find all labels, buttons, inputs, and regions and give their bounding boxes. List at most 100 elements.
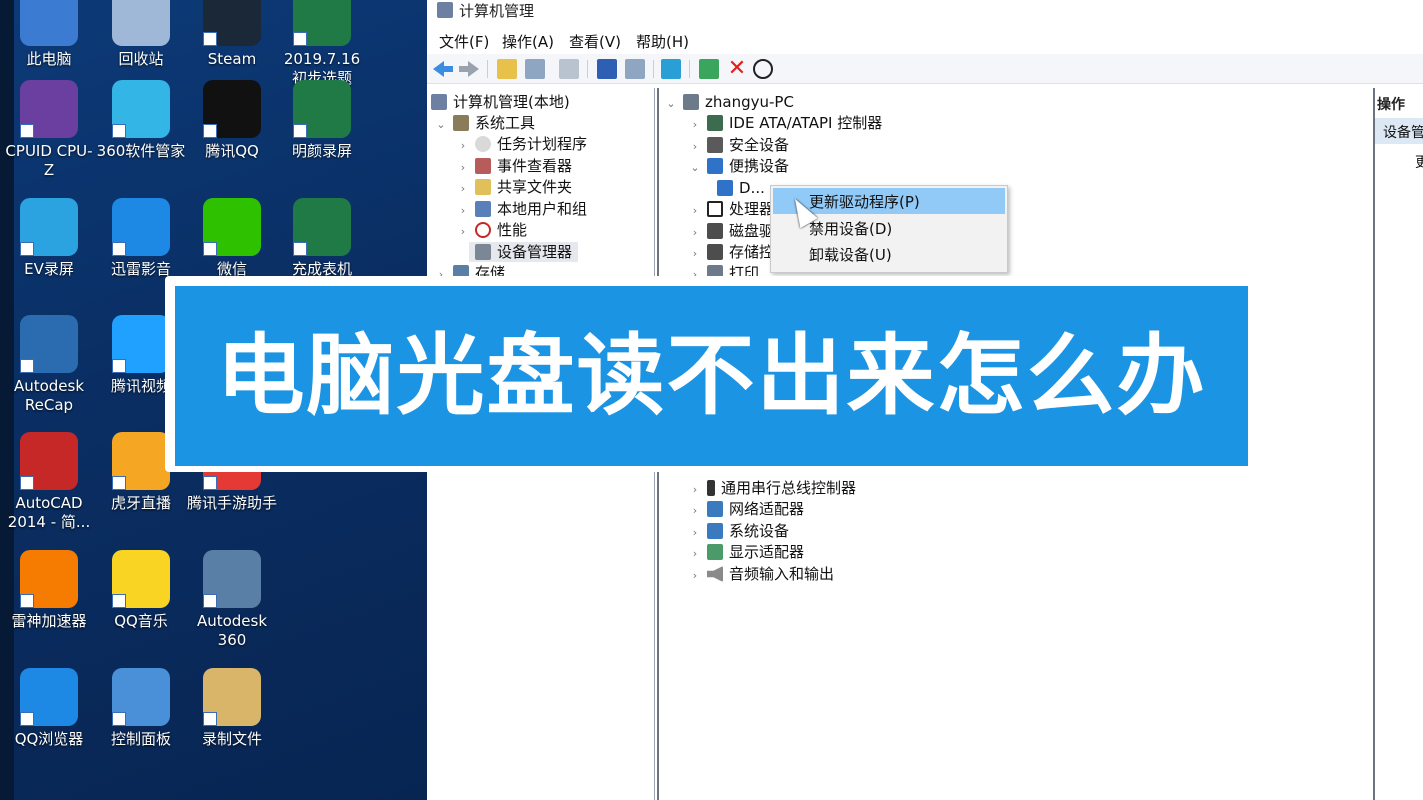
chevron-right-icon[interactable]: ›: [689, 523, 701, 543]
chevron-down-icon[interactable]: ⌄: [435, 115, 447, 135]
desktop-icon[interactable]: 360软件管家: [95, 80, 187, 161]
shortcut-arrow-icon: [112, 124, 126, 138]
chevron-right-icon[interactable]: ›: [689, 244, 701, 264]
desktop-icon[interactable]: CPUID CPU-Z: [3, 80, 95, 180]
app-icon: [20, 80, 78, 138]
clock-icon: [475, 136, 491, 152]
menu-view[interactable]: 查看(V): [569, 31, 621, 52]
actions-device-manager[interactable]: 设备管理器: [1375, 118, 1423, 144]
desktop-icon[interactable]: 2019.7.16 初步选题: [276, 0, 368, 88]
shortcut-arrow-icon: [20, 594, 34, 608]
forward-icon[interactable]: [459, 61, 479, 77]
desktop-icon[interactable]: Steam: [186, 0, 278, 69]
performance-icon: [475, 222, 491, 238]
chevron-right-icon[interactable]: ›: [457, 136, 469, 156]
device-portable[interactable]: ⌄ 便携设备: [689, 156, 789, 176]
menu-action[interactable]: 操作(A): [502, 31, 554, 52]
desktop-icon[interactable]: EV录屏: [3, 198, 95, 279]
chevron-down-icon[interactable]: ⌄: [665, 94, 677, 114]
chevron-right-icon[interactable]: ›: [689, 544, 701, 564]
uninstall-icon[interactable]: ✕: [727, 58, 747, 80]
device-display-adapters[interactable]: › 显示适配器: [689, 542, 804, 562]
app-icon: [20, 432, 78, 490]
desktop-icon-label: Steam: [207, 50, 257, 68]
tree-item-performance[interactable]: › 性能: [457, 220, 527, 240]
device-audio-io[interactable]: › 音频输入和输出: [689, 564, 834, 584]
update-driver-icon[interactable]: [699, 59, 719, 79]
users-icon: [475, 201, 491, 217]
desktop-icon[interactable]: QQ音乐: [95, 550, 187, 631]
chevron-right-icon[interactable]: ›: [689, 137, 701, 157]
app-icon: [112, 0, 170, 46]
chevron-right-icon[interactable]: ›: [689, 501, 701, 521]
chevron-right-icon[interactable]: ›: [689, 480, 701, 500]
desktop-icon[interactable]: 腾讯QQ: [186, 80, 278, 161]
toolbar-separator: [653, 60, 654, 78]
tree-item-task-scheduler[interactable]: › 任务计划程序: [457, 134, 587, 154]
chevron-down-icon[interactable]: ⌄: [689, 158, 701, 178]
tree-item-event-viewer[interactable]: › 事件查看器: [457, 156, 572, 176]
chevron-right-icon[interactable]: ›: [457, 179, 469, 199]
desktop-icon[interactable]: Autodesk 360: [186, 550, 278, 650]
chevron-right-icon[interactable]: ›: [689, 201, 701, 221]
tree-root[interactable]: 计算机管理(本地): [431, 92, 570, 112]
view-icon[interactable]: [625, 59, 645, 79]
desktop-icon[interactable]: 迅雷影音: [95, 198, 187, 279]
chevron-right-icon[interactable]: ›: [689, 223, 701, 243]
disable-icon[interactable]: [753, 59, 773, 79]
properties-icon[interactable]: [559, 59, 579, 79]
device-usb-controllers[interactable]: › 通用串行总线控制器: [689, 478, 856, 498]
desktop-icon[interactable]: 雷神加速器: [3, 550, 95, 631]
disk-drive-icon: [707, 223, 723, 239]
desktop-icon-label: 此电脑: [26, 50, 72, 68]
device-portable-child[interactable]: D...: [711, 178, 765, 198]
scan-hardware-icon[interactable]: [661, 59, 681, 79]
tree-item-local-users[interactable]: › 本地用户和组: [457, 199, 587, 219]
shortcut-arrow-icon: [112, 476, 126, 490]
device-ide-controller[interactable]: › IDE ATA/ATAPI 控制器: [689, 113, 882, 133]
usb-icon: [707, 480, 715, 496]
desktop-icon[interactable]: AutoCAD 2014 - 简...: [3, 432, 95, 532]
device-security[interactable]: › 安全设备: [689, 135, 789, 155]
show-hide-tree-icon[interactable]: [525, 59, 545, 79]
chevron-right-icon[interactable]: ›: [457, 158, 469, 178]
up-folder-icon[interactable]: [497, 59, 517, 79]
desktop-icon[interactable]: 控制面板: [95, 668, 187, 749]
back-icon[interactable]: [433, 61, 453, 77]
desktop-icon[interactable]: 回收站: [95, 0, 187, 69]
desktop-icon[interactable]: 明颜录屏: [276, 80, 368, 161]
actions-header: 操作: [1377, 97, 1405, 113]
tree-item-device-manager[interactable]: 设备管理器: [469, 242, 579, 262]
storage-controller-icon: [707, 244, 723, 260]
app-icon: [20, 198, 78, 256]
desktop-icon-label: 录制文件: [201, 730, 262, 748]
device-computer[interactable]: ⌄ zhangyu-PC: [665, 92, 794, 112]
help-icon[interactable]: [597, 59, 617, 79]
chevron-right-icon[interactable]: ›: [457, 201, 469, 221]
menu-uninstall-device[interactable]: 卸载设备(U): [773, 241, 1005, 267]
tree-system-tools[interactable]: ⌄ 系统工具: [435, 113, 535, 133]
desktop-icon[interactable]: 微信: [186, 198, 278, 279]
computer-management-icon: [431, 94, 447, 110]
chevron-right-icon[interactable]: ›: [689, 115, 701, 135]
shortcut-arrow-icon: [293, 32, 307, 46]
desktop-icon[interactable]: 充成表机: [276, 198, 368, 279]
actions-more[interactable]: 更: [1415, 152, 1423, 172]
device-network-adapters[interactable]: › 网络适配器: [689, 499, 804, 519]
desktop-icon-label: EV录屏: [24, 260, 74, 278]
chevron-right-icon[interactable]: ›: [457, 222, 469, 242]
tree-item-shared-folders[interactable]: › 共享文件夹: [457, 177, 572, 197]
chevron-right-icon[interactable]: ›: [689, 566, 701, 586]
desktop-icon[interactable]: Autodesk ReCap: [3, 315, 95, 415]
desktop-icon[interactable]: QQ浏览器: [3, 668, 95, 749]
desktop-icon-label: 虎牙直播: [110, 494, 171, 512]
desktop-icon[interactable]: 此电脑: [3, 0, 95, 69]
app-icon: [20, 0, 78, 46]
menu-help[interactable]: 帮助(H): [636, 31, 689, 52]
desktop-icon-label: 回收站: [118, 50, 164, 68]
menu-file[interactable]: 文件(F): [439, 31, 489, 52]
desktop-icon[interactable]: 录制文件: [186, 668, 278, 749]
device-system-devices[interactable]: › 系统设备: [689, 521, 789, 541]
desktop-icon-label: AutoCAD 2014 - 简...: [7, 494, 91, 531]
device-processor[interactable]: › 处理器: [689, 199, 774, 219]
